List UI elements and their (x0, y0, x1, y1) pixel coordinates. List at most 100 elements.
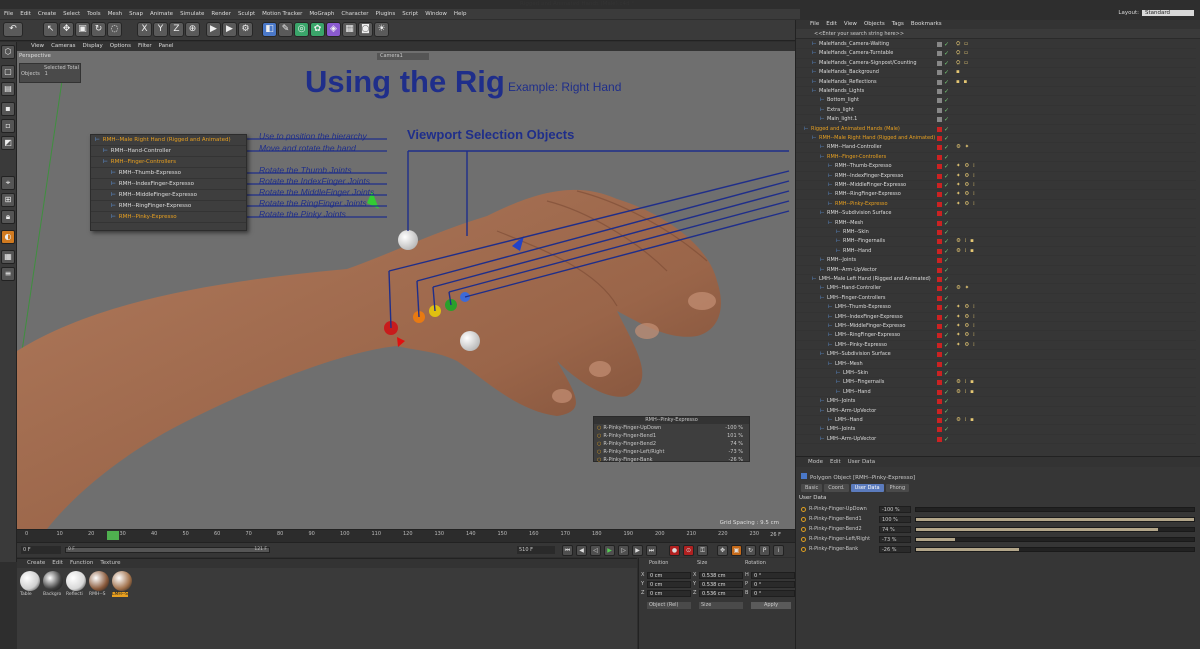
x-axis-icon[interactable]: X (137, 22, 152, 37)
enabled-check-icon[interactable]: ✓ (944, 360, 949, 369)
layer-color-icon[interactable] (937, 277, 942, 282)
hierarchy-item[interactable]: ⊢ RMH--IndexFinger-Expresso (91, 179, 246, 190)
prev-frame-icon[interactable]: ◁ (590, 545, 601, 556)
layer-color-icon[interactable] (937, 258, 942, 264)
object-row[interactable]: ⊢ MaleHands_Lights ✓ (796, 87, 1196, 97)
keyframe-ring-icon[interactable] (801, 517, 806, 522)
object-row[interactable]: ⊢ RMH--Male Right Hand (Rigged and Animat… (796, 134, 1196, 144)
object-row[interactable]: ⊢ RMH--Hand ✓ ⚙ ⁞ ▪ (796, 247, 1196, 257)
keyframe-ring-icon[interactable] (801, 527, 806, 532)
tab-basic[interactable]: Basic (801, 484, 823, 492)
world-icon[interactable]: ⊕ (185, 22, 200, 37)
position-field[interactable]: 0 cm (647, 590, 691, 597)
grid-icon[interactable]: ▦ (1, 250, 15, 264)
layer-color-icon[interactable] (937, 42, 942, 47)
enabled-check-icon[interactable]: ✓ (944, 322, 949, 331)
enabled-check-icon[interactable]: ✓ (944, 369, 949, 378)
layer-color-icon[interactable] (937, 201, 942, 207)
layer-color-icon[interactable] (937, 305, 942, 311)
userdata-row[interactable]: ○ R-Pinky-Finger-UpDown -100 % (594, 424, 749, 432)
enabled-check-icon[interactable]: ✓ (944, 294, 949, 303)
viewport-menu-view[interactable]: View (31, 43, 44, 49)
am-menu-mode[interactable]: Mode (808, 459, 823, 465)
scale-icon[interactable]: ▣ (75, 22, 90, 37)
layer-color-icon[interactable] (937, 352, 942, 358)
object-tags[interactable]: ⛭ ▫ (956, 40, 969, 49)
layer-color-icon[interactable] (937, 230, 942, 235)
object-row[interactable]: ⊢ LMH--Subdivision Surface ✓ (796, 350, 1196, 360)
object-row[interactable]: ⊢ LMH--Male Left Hand (Rigged and Animate… (796, 275, 1196, 285)
enabled-check-icon[interactable]: ✓ (944, 425, 949, 434)
record-icon[interactable]: ● (669, 545, 680, 556)
layout-selector[interactable]: Layout: Standard (1118, 10, 1194, 16)
layer-color-icon[interactable] (937, 60, 942, 66)
material-swatch[interactable] (112, 571, 132, 591)
enabled-check-icon[interactable]: ✓ (944, 68, 949, 77)
object-tags[interactable]: ⚙ ⁞ ▪ (956, 388, 975, 397)
subdivision-icon[interactable]: ◎ (294, 22, 309, 37)
z-axis-icon[interactable]: Z (169, 22, 184, 37)
enabled-check-icon[interactable]: ✓ (944, 416, 949, 425)
enabled-check-icon[interactable]: ✓ (944, 87, 949, 96)
object-row[interactable]: ⊢ Extra_light ✓ (796, 106, 1196, 116)
menu-simulate[interactable]: Simulate (180, 11, 204, 17)
object-row[interactable]: ⊢ LMH--RingFinger-Expresso ✓ ✦ ⚙ ⁞ (796, 331, 1196, 341)
hierarchy-item[interactable]: ⊢ RMH--Thumb-Expresso (91, 168, 246, 179)
viewport-menu-filter[interactable]: Filter (138, 43, 152, 49)
layer-color-icon[interactable] (937, 427, 942, 433)
layer-color-icon[interactable] (937, 342, 942, 348)
object-row[interactable]: ⊢ LMH--Hand ✓ ⚙ ⁞ ▪ (796, 388, 1196, 398)
rotation-field[interactable]: 0 ° (751, 572, 795, 579)
keyframe-ring-icon[interactable] (801, 507, 806, 512)
layer-color-icon[interactable] (937, 408, 942, 414)
snap-icon[interactable]: ⊞ (1, 193, 15, 207)
layer-color-icon[interactable] (937, 248, 942, 254)
texture-mode-icon[interactable]: ▤ (1, 82, 15, 96)
enabled-check-icon[interactable]: ✓ (944, 407, 949, 416)
camera-icon[interactable]: ◙ (358, 22, 373, 37)
material-swatch[interactable] (66, 571, 86, 591)
render-picture-icon[interactable]: ▶ (222, 22, 237, 37)
layer-color-icon[interactable] (937, 371, 942, 376)
layer-color-icon[interactable] (937, 399, 942, 405)
layer-color-icon[interactable] (937, 267, 942, 273)
layer-color-icon[interactable] (937, 314, 942, 320)
userdata-value[interactable]: -73 % (728, 448, 743, 456)
object-row[interactable]: ⊢ RMH--RingFinger-Expresso ✓ ✦ ⚙ ⁞ (796, 190, 1196, 200)
move-key-icon[interactable]: ✥ (717, 545, 728, 556)
undo-icon[interactable]: ↶ (3, 22, 23, 37)
workplane-icon[interactable]: ⌖ (1, 176, 15, 190)
object-tags[interactable]: ✦ ⚙ ⁞ (956, 190, 976, 199)
object-row[interactable]: ⊢ LMH--Arm-UpVector ✓ (796, 407, 1196, 416)
y-axis-icon[interactable]: Y (153, 22, 168, 37)
object-search-input[interactable]: <<Enter your search string here>> (796, 29, 1200, 39)
material-menu-texture[interactable]: Texture (100, 560, 120, 566)
object-tags[interactable]: ✦ ⚙ ⁞ (956, 331, 976, 340)
keyframe-selection-icon[interactable]: ⚿ (697, 545, 708, 556)
menu-mesh[interactable]: Mesh (108, 11, 122, 17)
object-tags[interactable]: ⚙ ⁞ ▪ (956, 247, 975, 256)
size-field[interactable]: 0.538 cm (699, 572, 743, 579)
size-mode-dropdown[interactable]: Size (699, 602, 743, 609)
enabled-check-icon[interactable]: ✓ (944, 331, 949, 340)
layer-color-icon[interactable] (937, 126, 942, 132)
object-tags[interactable]: ✦ ⚙ ⁞ (956, 181, 976, 190)
enabled-check-icon[interactable]: ✓ (944, 313, 949, 322)
menu-window[interactable]: Window (425, 11, 447, 17)
layer-color-icon[interactable] (937, 164, 942, 170)
menu-tools[interactable]: Tools (87, 11, 101, 17)
enabled-check-icon[interactable]: ✓ (944, 275, 949, 284)
coord-mode-dropdown[interactable]: Object (Rel) (647, 602, 691, 609)
autokey-icon[interactable]: ⊙ (683, 545, 694, 556)
tab-phong[interactable]: Phong (885, 484, 910, 492)
object-row[interactable]: ⊢ LMH--Finger-Controllers ✓ (796, 294, 1196, 304)
pla-key-icon[interactable]: ⁞ (773, 545, 784, 556)
userdata-slider[interactable] (915, 537, 1195, 542)
object-row[interactable]: ⊢ MaleHands_Camera-Waiting ✓ ⛭ ▫ (796, 40, 1196, 50)
viewport-menu-display[interactable]: Display (83, 43, 103, 49)
enabled-check-icon[interactable]: ✓ (944, 200, 949, 209)
userdata-row[interactable]: ○ R-Pinky-Finger-Bank -26 % (594, 456, 749, 464)
layer-color-icon[interactable] (937, 324, 942, 329)
object-tags[interactable]: ⚙ ⁞ ▪ (956, 237, 975, 246)
object-tags[interactable]: ✦ ⚙ ⁞ (956, 200, 976, 209)
